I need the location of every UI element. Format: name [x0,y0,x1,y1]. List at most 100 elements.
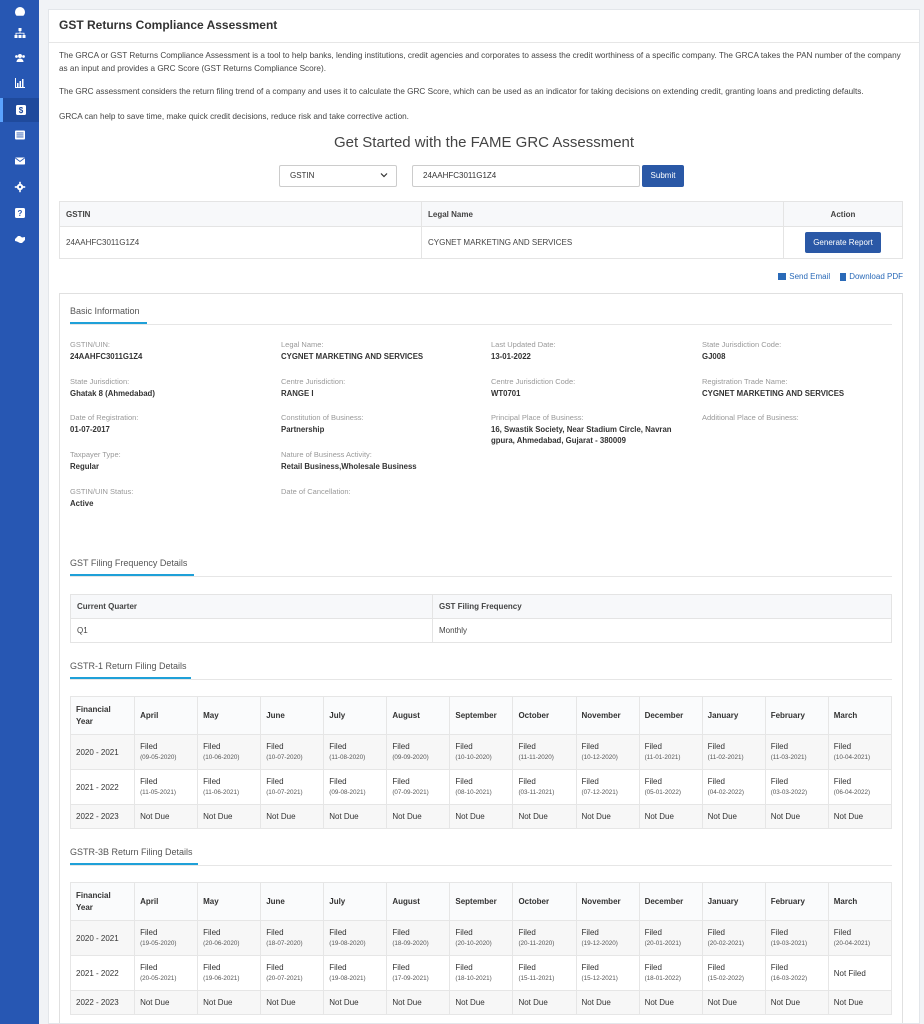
filing-status-cell: Filed (10-07-2020) [260,734,325,770]
section-rule [70,324,892,325]
filing-date: (06-04-2022) [833,789,871,796]
filing-status-cell: Filed (19-08-2020) [323,920,388,956]
filing-status: Not Due [266,812,296,821]
gear-icon[interactable] [0,175,39,199]
filing-status-cell: Filed (15-11-2021) [512,955,577,991]
filing-date: (07-09-2021) [392,789,429,796]
filing-date: (11-06-2021) [203,789,240,796]
gstin-result-table: GSTIN Legal Name Action 24AAHFC3011G1Z4 … [59,201,903,259]
method-paragraph: The GRC assessment considers the return … [59,87,864,96]
list-icon[interactable] [0,123,39,147]
search-type-select[interactable]: GSTIN [279,165,397,187]
filing-status: Filed [707,742,725,751]
gstin-input[interactable]: 24AAHFC3011G1Z4 [412,165,640,187]
filing-status-cell: Filed (03-03-2022) [764,769,829,805]
download-pdf-link[interactable]: Download PDF [840,272,903,281]
filing-date: (16-03-2022) [770,975,808,982]
users-icon[interactable] [0,46,39,70]
filing-date: (11-11-2020) [518,754,554,761]
filing-status-cell: Filed (15-02-2022) [701,955,766,991]
help-icon[interactable]: ? [0,201,39,225]
financial-year-cell: 2022 - 2023 [69,990,136,1015]
filing-date: (09-08-2021) [329,789,366,796]
filing-frequency-cell: Monthly [432,618,892,643]
filing-status-cell: Filed (20-07-2021) [260,955,325,991]
field-label: GSTIN/UIN Status: [70,487,134,496]
filing-status: Not Due [266,998,296,1007]
filing-status: Not Due [833,812,864,821]
filing-status: Not Due [140,998,170,1007]
field-value: Retail Business,Wholesale Business [281,462,417,471]
filing-status-cell: Not Due [134,990,199,1015]
filing-status: Not Due [329,812,359,821]
filing-date: (11-05-2021) [140,789,176,796]
filing-status: Filed [581,963,599,972]
filing-status: Filed [707,777,725,786]
filing-status-cell: Filed (11-03-2021) [764,734,829,770]
filing-date: (03-11-2021) [518,789,555,796]
handshake-icon[interactable] [0,227,39,251]
month-header: March [827,696,893,735]
filing-date: (20-05-2021) [140,975,177,982]
generate-report-button[interactable]: Generate Report [805,232,881,253]
filing-status: Not Due [392,998,422,1007]
filing-date: (07-12-2021) [581,789,618,796]
sidebar: $ ? [0,0,39,1024]
send-email-link[interactable]: Send Email [778,272,830,281]
sitemap-icon[interactable] [0,21,39,45]
filing-status-cell: Not Due [386,804,451,829]
filing-status-cell: Filed (18-01-2022) [638,955,703,991]
filing-status-cell: Filed (20-05-2021) [134,955,199,991]
chart-icon[interactable] [0,71,39,95]
filing-date: (20-04-2021) [833,940,871,947]
filing-status-cell: Filed (20-01-2021) [638,920,703,956]
filing-status: Filed [266,928,284,937]
filing-status-cell: Filed (06-04-2022) [827,769,893,805]
month-header: June [260,882,325,921]
gstr3b-table: Financial Year April May June July August Sept… [69,882,893,1015]
filing-date: (10-12-2020) [581,754,618,761]
filing-status: Not Due [770,812,801,821]
basic-info-heading: Basic Information [70,306,140,316]
filing-status-cell: Filed (09-05-2020) [134,734,199,770]
filing-date: (08-10-2021) [455,789,492,796]
month-header: December [638,696,703,735]
filing-date: (18-01-2022) [644,975,681,982]
filing-status: Filed [833,742,852,751]
filing-status: Filed [329,928,347,937]
filing-status-cell: Not Due [323,990,388,1015]
month-header: August [386,696,451,735]
filing-status: Filed [770,742,789,751]
intro-paragraph: The GRCA or GST Returns Compliance Asses… [59,51,901,73]
filing-status: Not Due [455,812,485,821]
filing-status: Not Due [644,998,674,1007]
envelope-icon [778,273,787,281]
table-row: 2021 - 2022 Filed (11-05-2021) Filed (11-06-… [69,769,893,805]
filing-status-cell: Filed (19-08-2021) [323,955,388,991]
chevron-down-icon [380,173,388,178]
filing-status-cell: Not Due [323,804,388,829]
filing-status-cell: Filed (20-11-2020) [512,920,577,956]
filing-date: (15-12-2021) [581,975,618,982]
filing-status-cell: Filed (11-01-2021) [638,734,703,770]
month-header: September [449,696,514,735]
month-header: May [197,882,262,921]
filing-status: Not Due [392,812,422,821]
filing-status-cell: Filed (11-02-2021) [701,734,766,770]
filing-status-cell: Not Due [575,990,640,1015]
mail-icon[interactable] [0,149,39,173]
legal-name-header: Legal Name [421,201,784,227]
filing-status: Filed [770,928,789,937]
gstr3b-heading: GSTR-3B Return Filing Details [70,847,193,857]
dollar-icon[interactable]: $ [0,98,39,122]
filing-status: Filed [266,777,284,786]
filing-status-cell: Filed (09-08-2021) [323,769,388,805]
pdf-icon [840,272,847,281]
month-header: September [449,882,514,921]
field-label: State Jurisdiction Code: [702,340,782,349]
filing-status: Filed [707,928,725,937]
submit-button[interactable]: Submit [642,165,684,187]
filing-status: Not Due [518,998,548,1007]
filing-status: Not Due [203,812,233,821]
field-value: CYGNET MARKETING AND SERVICES [702,389,845,398]
